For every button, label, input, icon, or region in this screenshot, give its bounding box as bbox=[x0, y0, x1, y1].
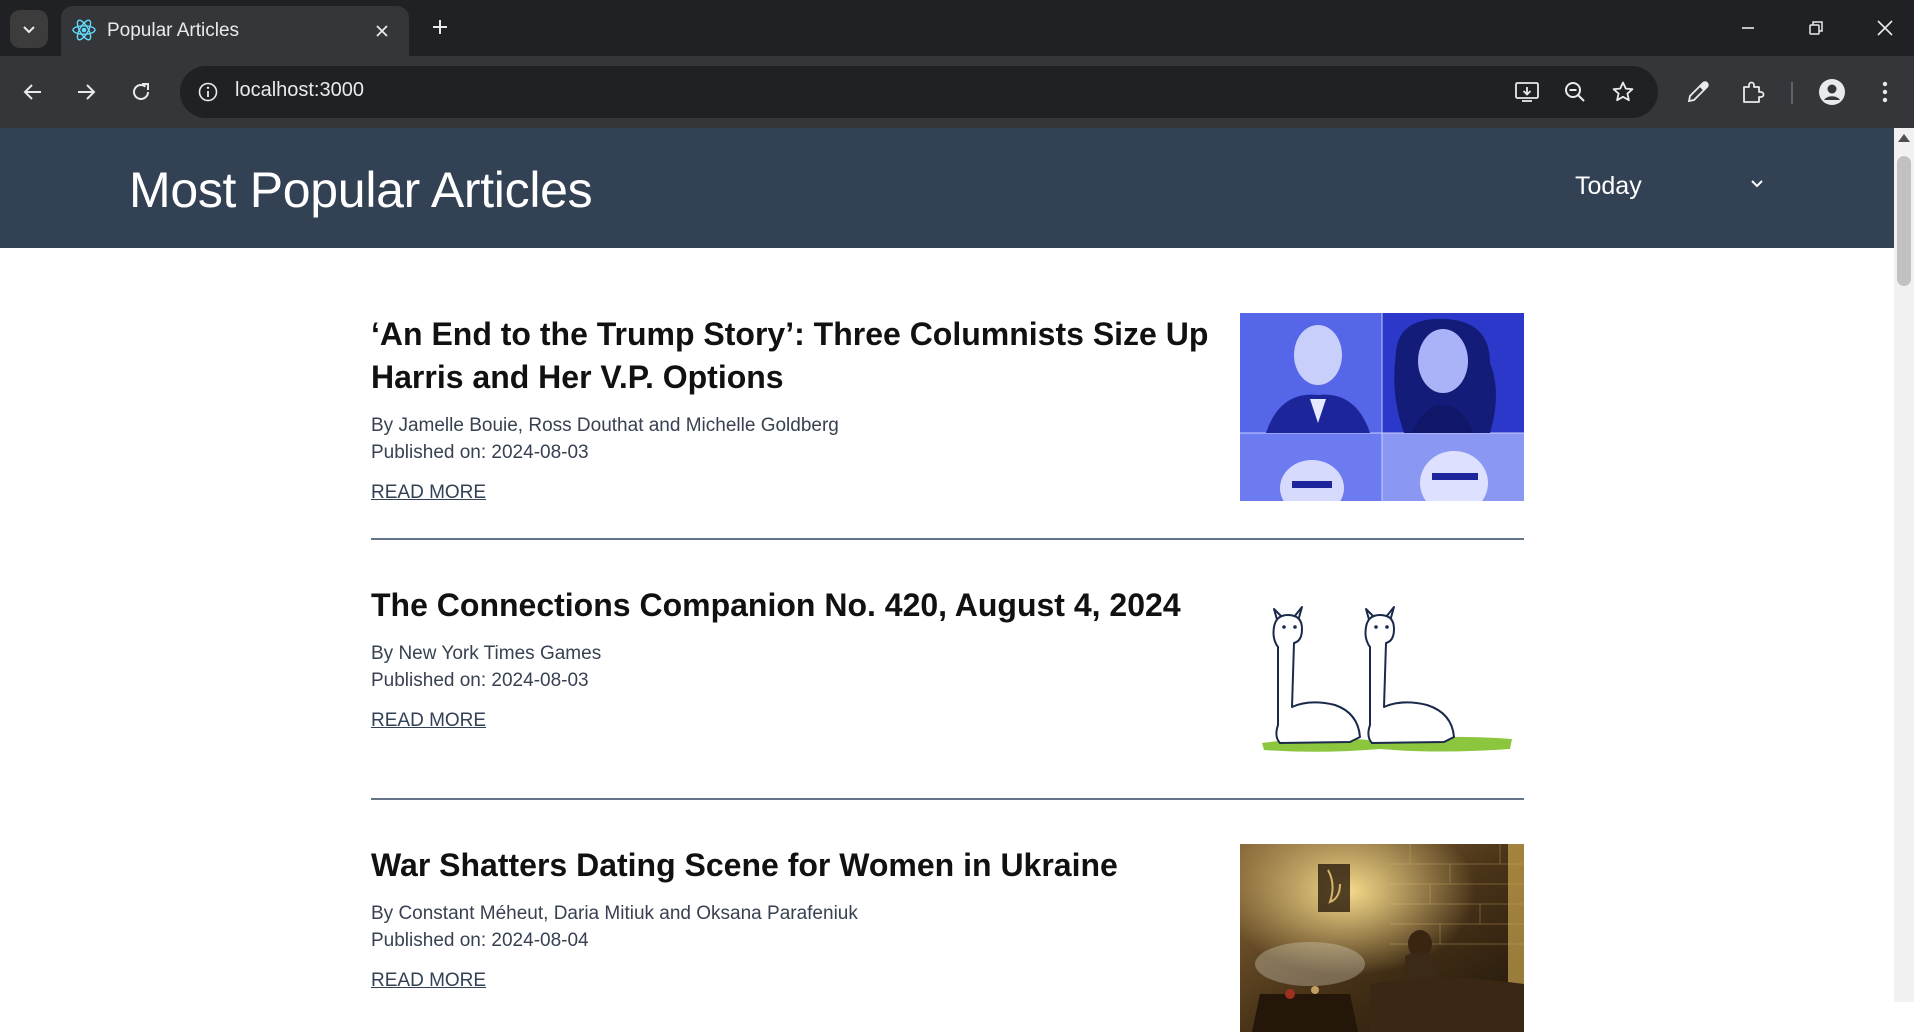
close-icon bbox=[1877, 20, 1893, 36]
browser-tab-bar: Popular Articles bbox=[0, 0, 1914, 56]
profile-icon bbox=[1819, 79, 1845, 105]
profile-button[interactable] bbox=[1813, 73, 1851, 111]
minimize-icon bbox=[1742, 27, 1754, 29]
portraits-collage-image bbox=[1240, 313, 1524, 501]
period-select-value: Today bbox=[1575, 171, 1642, 200]
minimize-window-button[interactable] bbox=[1723, 8, 1773, 48]
info-icon bbox=[198, 82, 218, 102]
article-image bbox=[1240, 587, 1524, 775]
read-more-link[interactable]: READ MORE bbox=[371, 710, 486, 732]
site-header: Most Popular Articles Today bbox=[0, 128, 1894, 248]
install-icon bbox=[1515, 82, 1539, 102]
extensions-button[interactable] bbox=[1734, 73, 1772, 111]
alpacas-illustration-image bbox=[1262, 606, 1512, 752]
arrow-left-icon bbox=[23, 84, 41, 100]
article-title: ‘An End to the Trump Story’: Three Colum… bbox=[371, 316, 1209, 395]
article-item: The Connections Companion No. 420, Augus… bbox=[371, 584, 1524, 775]
close-window-button[interactable] bbox=[1860, 8, 1910, 48]
article-title: The Connections Companion No. 420, Augus… bbox=[371, 587, 1181, 623]
chevron-down-icon bbox=[23, 26, 35, 34]
browser-toolbar: localhost:3000 bbox=[0, 56, 1914, 128]
arrow-right-icon bbox=[78, 84, 96, 100]
reload-button[interactable] bbox=[121, 72, 161, 112]
close-icon bbox=[376, 25, 388, 37]
browser-tab-active[interactable]: Popular Articles bbox=[61, 6, 409, 56]
react-logo-icon bbox=[72, 19, 96, 41]
browser-menu-button[interactable] bbox=[1866, 73, 1904, 111]
address-bar[interactable]: localhost:3000 bbox=[180, 66, 1658, 118]
eyedropper-extension-button[interactable] bbox=[1679, 73, 1717, 111]
article-title: War Shatters Dating Scene for Women in U… bbox=[371, 847, 1118, 883]
zoom-button[interactable] bbox=[1560, 77, 1590, 107]
bookmark-button[interactable] bbox=[1608, 77, 1638, 107]
page-scrollbar[interactable] bbox=[1894, 128, 1914, 1002]
tab-search-button[interactable] bbox=[10, 10, 48, 48]
install-app-button[interactable] bbox=[1512, 77, 1542, 107]
toolbar-separator bbox=[1791, 82, 1793, 104]
chevron-down-icon bbox=[1751, 180, 1763, 188]
read-more-link[interactable]: READ MORE bbox=[371, 482, 486, 504]
article-item: ‘An End to the Trump Story’: Three Colum… bbox=[371, 313, 1524, 504]
restore-icon bbox=[1809, 21, 1823, 35]
page-title: Most Popular Articles bbox=[129, 162, 593, 218]
period-select[interactable]: Today bbox=[1575, 163, 1775, 209]
site-info-button[interactable] bbox=[194, 78, 222, 106]
article-image bbox=[1240, 313, 1524, 501]
url-text: localhost:3000 bbox=[235, 79, 364, 101]
bar-interior-photo-image bbox=[1240, 844, 1524, 1032]
scrollbar-thumb[interactable] bbox=[1897, 156, 1911, 286]
star-icon bbox=[1612, 81, 1634, 102]
puzzle-icon bbox=[1743, 81, 1765, 103]
new-tab-button[interactable] bbox=[425, 12, 455, 42]
restore-window-button[interactable] bbox=[1791, 8, 1841, 48]
more-vert-icon bbox=[1882, 81, 1888, 103]
zoom-out-icon bbox=[1565, 82, 1585, 102]
article-image bbox=[1240, 844, 1524, 1032]
tab-title: Popular Articles bbox=[107, 20, 240, 41]
plus-icon bbox=[433, 20, 447, 34]
scroll-up-arrow-icon[interactable] bbox=[1898, 134, 1910, 142]
article-item: War Shatters Dating Scene for Women in U… bbox=[371, 844, 1524, 1032]
tab-close-button[interactable] bbox=[367, 16, 397, 46]
eyedropper-icon bbox=[1687, 81, 1709, 103]
article-divider bbox=[371, 538, 1524, 540]
back-button[interactable] bbox=[13, 72, 53, 112]
read-more-link[interactable]: READ MORE bbox=[371, 970, 486, 992]
reload-icon bbox=[133, 83, 149, 100]
article-divider bbox=[371, 798, 1524, 800]
forward-button[interactable] bbox=[66, 72, 106, 112]
